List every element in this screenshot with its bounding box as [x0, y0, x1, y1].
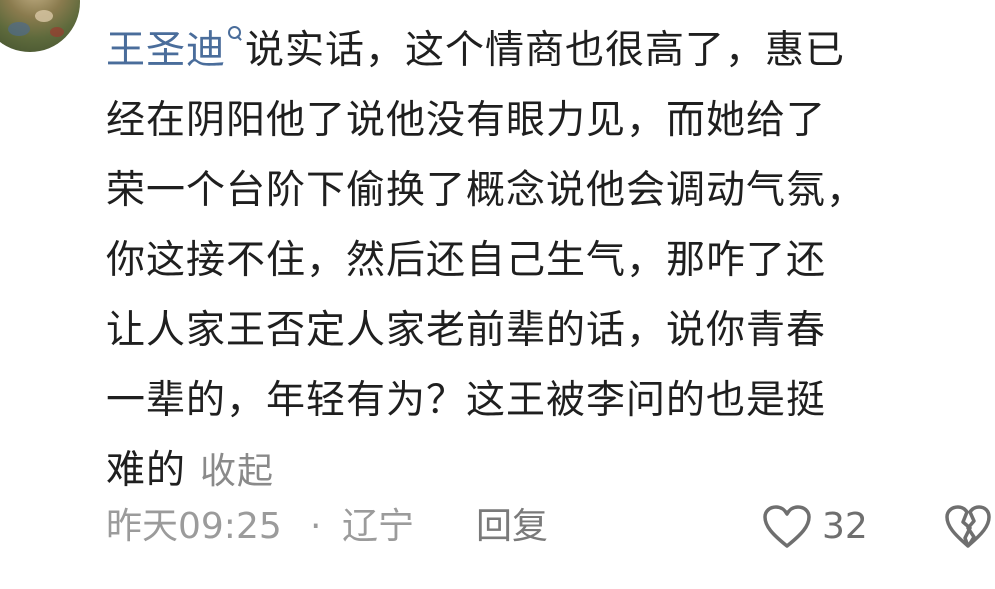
heart-outline-icon[interactable] — [762, 504, 812, 550]
like-count: 32 — [822, 506, 868, 547]
timestamp: 昨天09:25 — [106, 506, 282, 547]
comment-text-line: 经在阴阳他了说他没有眼力见，而她给了 — [106, 98, 827, 143]
comment-text-line: 让人家王否定人家老前辈的话，说你青春 — [106, 308, 827, 353]
comment-body: 王圣迪 说实话，这个情商也很高了，惠已 经在阴阳他了说他没有眼力见，而她给了 荣一… — [106, 16, 986, 506]
collapse-link[interactable]: 收起 — [200, 451, 274, 492]
reply-button[interactable]: 回复 — [476, 497, 548, 557]
comment-line-1: 王圣迪 说实话，这个情商也很高了，惠已 — [106, 16, 986, 86]
comment-text-line: 一辈的，年轻有为？这王被李问的也是挺 — [106, 378, 827, 423]
search-icon[interactable] — [227, 16, 242, 46]
comment-text-line: 说实话，这个情商也很高了，惠已 — [245, 28, 846, 73]
location: 辽宁 — [342, 506, 415, 547]
comment-text-line: 荣一个台阶下偷换了概念说他会调动气氛， — [106, 168, 867, 213]
avatar[interactable] — [0, 0, 80, 52]
comment-text-line: 难的 — [106, 448, 187, 493]
comment-text-line: 你这接不住，然后还自己生气，那咋了还 — [106, 238, 827, 283]
separator-dot: · — [310, 506, 322, 547]
comment-item: 王圣迪 说实话，这个情商也很高了，惠已 经在阴阳他了说他没有眼力见，而她给了 荣一… — [0, 0, 995, 589]
broken-heart-icon[interactable] — [944, 504, 992, 550]
comment-line-last: 难的 收起 — [106, 436, 986, 506]
username[interactable]: 王圣迪 — [106, 28, 226, 73]
